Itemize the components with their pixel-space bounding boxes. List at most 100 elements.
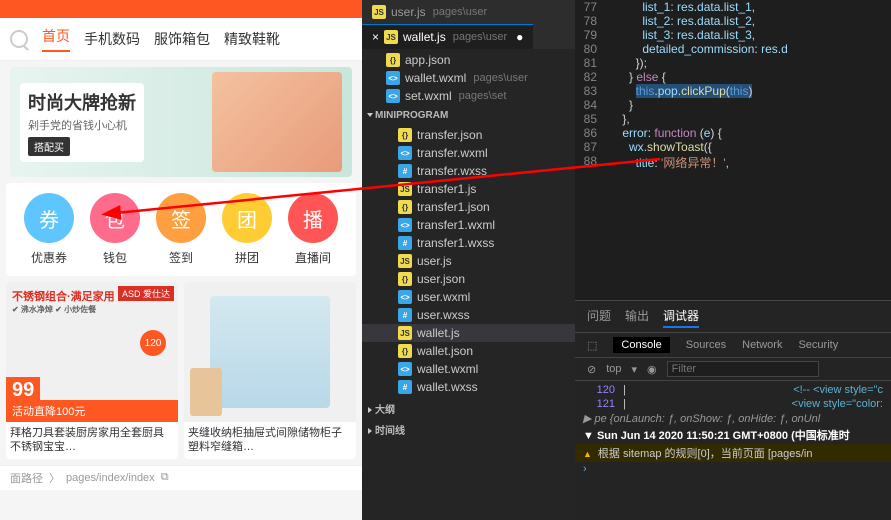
nav-tab-home[interactable]: 首页 (42, 26, 70, 52)
tree-item[interactable]: #transfer1.wxss (362, 234, 575, 252)
tree-item[interactable]: JSwallet.js (362, 324, 575, 342)
quick-signin[interactable]: 签签到 (156, 193, 206, 266)
brand-badge: ASD 爱仕达 (118, 286, 174, 301)
wxss-icon: # (398, 164, 412, 178)
banner-subtitle: 剁手党的省钱小心机 (28, 117, 136, 133)
code-line[interactable]: 81 }); (575, 56, 891, 70)
product-card[interactable]: ASD 爱仕达 不锈钢组合·满足家用 ✔ 沸水净焯 ✔ 小炒佐餐 120 99 … (6, 282, 178, 459)
close-icon[interactable]: × (372, 30, 379, 44)
tree-item[interactable]: <>transfer.wxml (362, 144, 575, 162)
wxss-icon: # (398, 236, 412, 250)
product-head: 不锈钢组合·满足家用 ✔ 沸水净焯 ✔ 小炒佐餐 (12, 288, 115, 315)
json-icon: {} (398, 200, 412, 214)
status-bar (0, 0, 362, 18)
console-prompt[interactable]: › (583, 463, 587, 475)
devtools-tabs: 问题 输出 调试器 (575, 301, 891, 333)
code-line[interactable]: 86 error: function (e) { (575, 126, 891, 140)
tree-item[interactable]: #wallet.wxss (362, 378, 575, 396)
timeline-section[interactable]: 时间线 (362, 419, 575, 440)
json-icon: {} (398, 272, 412, 286)
devtools: 问题 输出 调试器 ⬚ Console Sources Network Secu… (575, 300, 891, 520)
nav-tab-clothing[interactable]: 服饰箱包 (154, 29, 210, 49)
tree-item[interactable]: {}transfer.json (362, 126, 575, 144)
clear-console-icon[interactable]: ⊘ (587, 363, 596, 376)
product-card[interactable]: 夹缝收纳柜抽屉式间隙储物柜子塑料窄缝箱… (184, 282, 356, 459)
tree-item[interactable]: {}wallet.json (362, 342, 575, 360)
code-line[interactable]: 78 list_2: res.data.list_2, (575, 14, 891, 28)
signin-icon: 签 (156, 193, 206, 243)
json-icon: {} (398, 128, 412, 142)
wxss-icon: # (398, 308, 412, 322)
devtools-subtabs: ⬚ Console Sources Network Security (575, 333, 891, 358)
page-path: pages/index/index (66, 472, 155, 484)
live-icon: 播 (288, 193, 338, 243)
tree-item[interactable]: <>user.wxml (362, 288, 575, 306)
nav-tab-digital[interactable]: 手机数码 (84, 29, 140, 49)
tree-item[interactable]: <>transfer1.wxml (362, 216, 575, 234)
promo-text: 活动直降100元 (6, 400, 178, 422)
quick-live[interactable]: 播直播间 (288, 193, 338, 266)
product-image (184, 282, 356, 422)
tree-item[interactable]: {}transfer1.json (362, 198, 575, 216)
tree-item[interactable]: JStransfer1.js (362, 180, 575, 198)
code-line[interactable]: 80 detailed_commission: res.d (575, 42, 891, 56)
tree-item[interactable]: #transfer.wxss (362, 162, 575, 180)
console-output[interactable]: 120|<!-- <view style="c 121|<view style=… (575, 381, 891, 520)
banner[interactable]: 时尚大牌抢新 剁手党的省钱小心机 搭配买 (10, 67, 352, 177)
code-line[interactable]: 84 } (575, 98, 891, 112)
code-line[interactable]: 85 }, (575, 112, 891, 126)
banner-title: 时尚大牌抢新 (28, 89, 136, 115)
editor-tab[interactable]: JSuser.jspages\user (362, 0, 497, 24)
code-line[interactable]: 87 wx.showToast({ (575, 140, 891, 154)
wxml-icon: <> (398, 146, 412, 160)
search-icon[interactable] (10, 30, 28, 48)
console-object[interactable]: ▶ pe {onLaunch: ƒ, onShow: ƒ, onHide: ƒ,… (583, 412, 883, 425)
console-timestamp[interactable]: ▼ Sun Jun 14 2020 11:50:21 GMT+0800 (中国标… (583, 427, 883, 443)
path-label: 面路径 (10, 470, 43, 486)
subtab-sources[interactable]: Sources (686, 339, 726, 351)
code-line[interactable]: 88 title: '网络异常！', (575, 154, 891, 171)
copy-icon[interactable]: ⧉ (161, 471, 169, 484)
tree-section-header[interactable]: MINIPROGRAM (362, 107, 575, 124)
dt-tab-output[interactable]: 输出 (625, 305, 649, 328)
dt-tab-problems[interactable]: 问题 (587, 305, 611, 328)
context-selector[interactable]: top (606, 363, 621, 375)
editor-tabs: JSuser.jspages\user (362, 0, 575, 24)
tree-item[interactable]: <>set.wxmlpages\set (362, 87, 575, 105)
outline-section[interactable]: 大纲 (362, 398, 575, 419)
eye-icon[interactable]: ◉ (647, 363, 657, 376)
tree-item[interactable]: #user.wxss (362, 306, 575, 324)
code-line[interactable]: 82 } else { (575, 70, 891, 84)
banner-image (212, 72, 342, 172)
editor-tab-active[interactable]: ×JSwallet.jspages\user● (362, 24, 533, 49)
coupon-icon: 券 (24, 193, 74, 243)
code-editor[interactable]: 77 list_1: res.data.list_1,78 list_2: re… (575, 0, 891, 300)
tree-item[interactable]: {}app.json (362, 51, 575, 69)
tree-item[interactable]: <>wallet.wxml (362, 360, 575, 378)
subtab-network[interactable]: Network (742, 339, 782, 351)
open-editors-tree: {}app.json <>wallet.wxmlpages\user <>set… (362, 49, 575, 107)
js-icon: JS (398, 326, 412, 340)
banner-button[interactable]: 搭配买 (28, 137, 70, 156)
tree-item[interactable]: JSuser.js (362, 252, 575, 270)
quick-wallet[interactable]: 包钱包 (90, 193, 140, 266)
elements-icon[interactable]: ⬚ (587, 339, 597, 352)
code-line[interactable]: 83 this.pop.clickPup(this) (575, 84, 891, 98)
subtab-security[interactable]: Security (798, 339, 838, 351)
quick-coupon[interactable]: 券优惠券 (24, 193, 74, 266)
quick-group[interactable]: 团拼团 (222, 193, 272, 266)
group-icon: 团 (222, 193, 272, 243)
file-tree: {}transfer.json<>transfer.wxml#transfer.… (362, 124, 575, 398)
modified-dot-icon: ● (516, 30, 523, 44)
tree-item[interactable]: <>wallet.wxmlpages\user (362, 69, 575, 87)
filter-input[interactable] (667, 361, 819, 377)
nav-tab-shoes[interactable]: 精致鞋靴 (224, 29, 280, 49)
dt-tab-debugger[interactable]: 调试器 (663, 305, 699, 328)
tree-item[interactable]: {}user.json (362, 270, 575, 288)
price-badge: 120 (140, 330, 166, 356)
console-warning: 根据 sitemap 的规则[0]，当前页面 [pages/in (575, 444, 891, 462)
code-line[interactable]: 77 list_1: res.data.list_1, (575, 0, 891, 14)
product-grid: ASD 爱仕达 不锈钢组合·满足家用 ✔ 沸水净焯 ✔ 小炒佐餐 120 99 … (0, 276, 362, 465)
code-line[interactable]: 79 list_3: res.data.list_3, (575, 28, 891, 42)
subtab-console[interactable]: Console (613, 337, 669, 353)
